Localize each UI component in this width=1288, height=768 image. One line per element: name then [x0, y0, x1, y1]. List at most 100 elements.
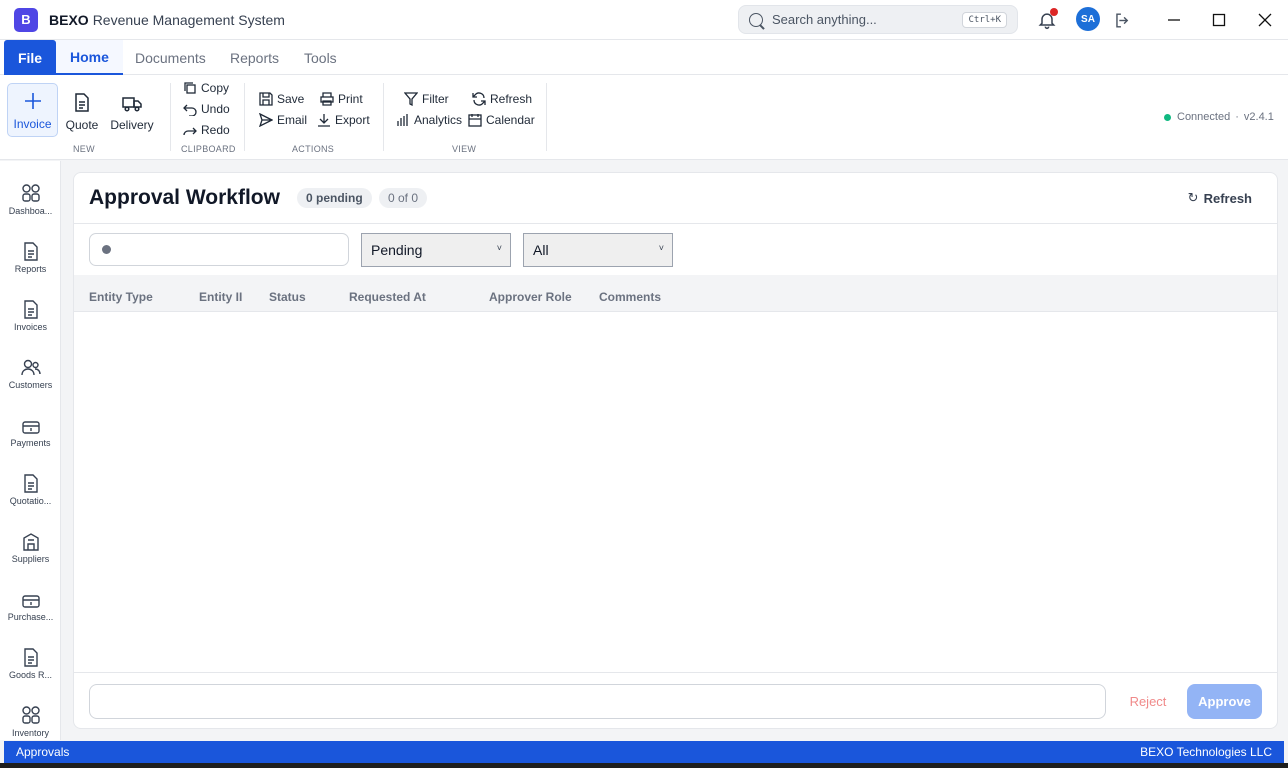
bar-chart-icon: [397, 114, 408, 126]
tab-documents[interactable]: Documents: [121, 40, 220, 75]
connection-separator: ·: [1235, 111, 1239, 123]
print-button[interactable]: Print: [320, 92, 363, 106]
column-header[interactable]: Comments: [599, 290, 699, 304]
table-body: [74, 312, 1277, 672]
tab-home[interactable]: Home: [56, 40, 123, 75]
nav-item-goods-receipt[interactable]: Goods R...: [0, 643, 61, 693]
user-avatar[interactable]: SA: [1076, 7, 1100, 31]
redo-button[interactable]: Redo: [183, 123, 230, 137]
nav-item-invoices[interactable]: Invoices: [0, 295, 61, 345]
brand-name: BEXO: [49, 11, 89, 28]
search-dot-icon: [102, 245, 111, 254]
group-label-clipboard: CLIPBOARD: [181, 144, 236, 154]
document-icon: [23, 242, 38, 261]
undo-label: Undo: [201, 102, 230, 116]
group-label-actions: ACTIONS: [292, 144, 335, 154]
logout-button[interactable]: [1111, 9, 1133, 31]
pending-badge: 0 pending: [297, 188, 372, 208]
refresh-ribbon-button[interactable]: Refresh: [472, 92, 532, 106]
page-title: Approval Workflow: [89, 186, 280, 209]
search-input[interactable]: [772, 12, 952, 27]
approval-panel: Approval Workflow 0 pending 0 of 0 ↻ Ref…: [73, 172, 1278, 729]
new-quote-label: Quote: [65, 118, 99, 132]
new-delivery-label: Delivery: [110, 118, 154, 132]
building-icon: [22, 533, 39, 551]
email-button[interactable]: Email: [259, 113, 307, 127]
analytics-label: Analytics: [414, 113, 463, 127]
nav-item-suppliers[interactable]: Suppliers: [0, 527, 61, 577]
group-label-new: NEW: [73, 144, 95, 154]
filter-button[interactable]: Filter: [404, 92, 449, 106]
ribbon: Invoice Quote Delivery NEW Copy Undo Red…: [0, 75, 1288, 160]
save-button[interactable]: Save: [259, 92, 304, 106]
tab-reports[interactable]: Reports: [216, 40, 293, 75]
nav-item-customers[interactable]: Customers: [0, 353, 61, 403]
truck-icon: [122, 97, 142, 112]
new-invoice-button[interactable]: Invoice: [7, 83, 58, 137]
column-header[interactable]: Approver Role: [489, 290, 589, 304]
chevron-down-icon: ˅: [658, 243, 664, 253]
close-button[interactable]: [1253, 8, 1277, 32]
global-search[interactable]: Ctrl+K: [738, 5, 1018, 34]
analytics-button[interactable]: Analytics: [396, 113, 462, 127]
refresh-button[interactable]: ↻ Refresh: [1188, 190, 1252, 206]
send-icon: [259, 113, 273, 127]
divider: [74, 672, 1277, 673]
type-filter-select[interactable]: All ˅: [523, 233, 673, 267]
nav-label: Customers: [8, 380, 53, 390]
status-filter-select[interactable]: Pending ˅: [361, 233, 511, 267]
nav-label: Goods R...: [8, 670, 53, 680]
copy-button[interactable]: Copy: [183, 81, 229, 95]
app-subtitle: Revenue Management System: [92, 11, 285, 28]
maximize-button[interactable]: [1207, 8, 1231, 32]
undo-button[interactable]: Undo: [183, 102, 230, 116]
approve-button[interactable]: Approve: [1187, 684, 1262, 719]
maximize-icon: [1212, 13, 1226, 27]
notifications-button[interactable]: [1036, 8, 1058, 31]
column-header[interactable]: Entity Type: [89, 290, 169, 304]
status-dot: [1164, 113, 1171, 121]
column-header[interactable]: Entity II: [199, 290, 243, 304]
new-invoice-label: Invoice: [13, 117, 52, 131]
tab-file[interactable]: File: [4, 40, 56, 75]
save-icon: [259, 92, 273, 106]
new-quote-button[interactable]: Quote: [62, 83, 102, 137]
calendar-label: Calendar: [486, 113, 535, 127]
plus-icon: [24, 93, 41, 109]
reject-button[interactable]: Reject: [1120, 694, 1176, 709]
column-header[interactable]: Status: [269, 290, 329, 304]
ribbon-divider: [546, 83, 547, 151]
ribbon-divider: [383, 83, 384, 151]
ribbon-divider: [170, 83, 171, 151]
column-header[interactable]: Requested At: [349, 290, 459, 304]
undo-icon: [183, 104, 197, 116]
filter-icon: [404, 92, 418, 106]
nav-item-reports[interactable]: Reports: [0, 237, 61, 287]
copy-label: Copy: [201, 81, 230, 95]
minimize-button[interactable]: [1162, 8, 1186, 32]
nav-label: Suppliers: [11, 554, 50, 564]
tab-tools[interactable]: Tools: [290, 40, 351, 75]
nav-item-quotations[interactable]: Quotatio...: [0, 469, 61, 519]
calendar-button[interactable]: Calendar: [468, 113, 535, 127]
export-button[interactable]: Export: [317, 113, 370, 127]
side-nav: Dashboa... Reports Invoices Customers Pa…: [0, 161, 61, 740]
divider: [74, 223, 1277, 224]
nav-item-purchase[interactable]: Purchase...: [0, 585, 61, 635]
status-bar-module: Approvals: [16, 745, 70, 759]
comment-input[interactable]: [89, 684, 1106, 719]
status-filter-value: Pending: [371, 242, 423, 258]
nav-item-dashboard[interactable]: Dashboa...: [0, 179, 61, 229]
export-label: Export: [335, 113, 370, 127]
email-label: Email: [277, 113, 308, 127]
print-label: Print: [338, 92, 363, 106]
new-delivery-button[interactable]: Delivery: [107, 83, 157, 137]
refresh-ribbon-label: Refresh: [490, 92, 533, 106]
close-icon: [1258, 13, 1272, 27]
download-icon: [318, 114, 330, 127]
nav-item-payments[interactable]: Payments: [0, 411, 61, 461]
type-filter-value: All: [533, 242, 549, 258]
search-filter-input[interactable]: [89, 233, 349, 266]
wallet-icon: [21, 421, 40, 434]
grid-icon: [21, 184, 40, 202]
